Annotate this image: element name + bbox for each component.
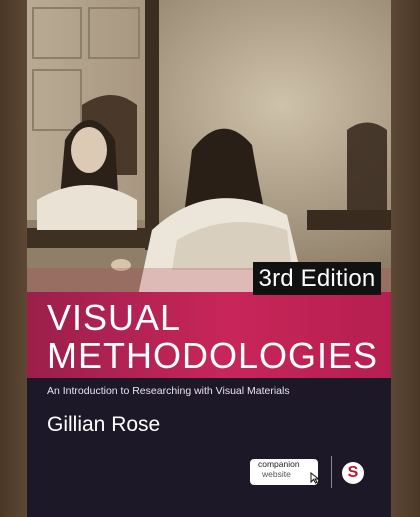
companion-website-badge[interactable]: companion website [250,459,320,485]
cursor-icon [310,472,320,484]
logo-divider [331,456,332,488]
companion-label: companion [258,459,300,469]
website-label: website [262,469,291,479]
title-line-1: VISUAL [47,297,182,338]
cover-photograph [27,0,391,300]
subtitle: An Introduction to Researching with Visu… [47,385,290,397]
book-cover: 3rd Edition VISUAL METHODOLOGIES An Intr… [27,0,391,517]
title-line-2: METHODOLOGIES [47,335,379,376]
bottom-panel [27,378,391,517]
author: Gillian Rose [47,413,161,436]
left-background [0,0,27,517]
right-background [391,0,420,517]
sage-logo-icon: S [342,462,364,484]
edition-badge: 3rd Edition [253,262,381,295]
